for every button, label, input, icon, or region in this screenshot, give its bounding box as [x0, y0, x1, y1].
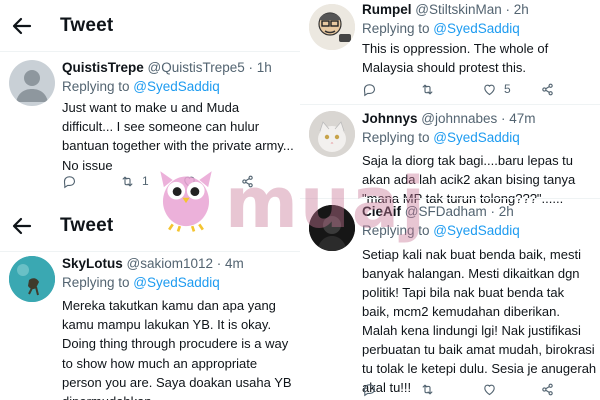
author-name[interactable]: Johnnys — [362, 111, 418, 126]
share-button[interactable] — [240, 172, 255, 190]
share-button[interactable] — [540, 80, 555, 98]
tweet-text: Mereka takutkan kamu dan apa yang kamu m… — [62, 298, 292, 400]
tweet-actions — [362, 380, 592, 398]
retweet-button[interactable] — [420, 80, 435, 98]
tweet-item[interactable]: Rumpel @StiltskinMan · 2h Replying to @S… — [300, 0, 600, 104]
reply-icon — [362, 382, 377, 397]
reply-icon — [62, 174, 77, 189]
share-icon — [540, 82, 555, 97]
retweet-icon — [420, 82, 435, 97]
header-title: Tweet — [60, 215, 114, 236]
tweet-item[interactable]: CieAif @SFDadham · 2h Replying to @SyedS… — [300, 199, 600, 400]
author-name[interactable]: SkyLotus — [62, 256, 123, 271]
back-arrow-icon[interactable] — [10, 14, 34, 38]
replying-to: Replying to @SyedSaddiq — [62, 275, 220, 290]
like-icon — [482, 82, 497, 97]
header-title: Tweet — [60, 15, 114, 36]
author-handle: @QuistisTrepe5 · 1h — [147, 60, 272, 75]
mention-link[interactable]: @SyedSaddiq — [133, 79, 220, 94]
author-handle: @SFDadham · 2h — [404, 204, 514, 219]
author-name[interactable]: Rumpel — [362, 2, 412, 17]
like-button[interactable]: 5 — [482, 80, 511, 98]
retweet-button[interactable]: 1 — [120, 172, 149, 190]
replies-panel: Rumpel @StiltskinMan · 2h Replying to @S… — [300, 0, 600, 400]
author-handle: @StiltskinMan · 2h — [415, 2, 529, 17]
reply-button[interactable] — [362, 80, 377, 98]
avatar[interactable] — [309, 4, 355, 50]
replying-to: Replying to @SyedSaddiq — [362, 130, 520, 145]
reply-button[interactable] — [362, 380, 377, 398]
tweet-item[interactable]: SkyLotus @sakiom1012 · 4m Replying to @S… — [0, 252, 300, 400]
author-handle: @johnnabes · 47m — [421, 111, 536, 126]
tweet-text: Setiap kali nak buat benda baik, mesti b… — [362, 247, 597, 395]
tweet-item[interactable]: QuistisTrepe @QuistisTrepe5 · 1h Replyin… — [0, 52, 300, 200]
replying-label: Replying to — [62, 79, 134, 94]
like-count: 5 — [504, 82, 511, 96]
reply-button[interactable] — [62, 172, 77, 190]
like-button[interactable] — [482, 380, 497, 398]
replying-label: Replying to — [62, 275, 134, 290]
retweet-button[interactable] — [420, 380, 435, 398]
mention-link[interactable]: @SyedSaddiq — [433, 21, 520, 36]
tweet-actions: 1 — [62, 172, 292, 190]
author-name[interactable]: CieAif — [362, 204, 401, 219]
tweet-panel-skylotus: Tweet SkyLotus @sakiom1012 · 4m Replying… — [0, 200, 300, 400]
retweet-icon — [120, 174, 135, 189]
share-icon — [540, 382, 555, 397]
replying-label: Replying to — [362, 21, 434, 36]
avatar[interactable] — [9, 256, 55, 302]
replying-label: Replying to — [362, 223, 434, 238]
reply-icon — [362, 82, 377, 97]
tweet-text: This is oppression. The whole of Malaysi… — [362, 41, 549, 76]
replying-to: Replying to @SyedSaddiq — [362, 21, 520, 36]
replying-to: Replying to @SyedSaddiq — [362, 223, 520, 238]
tweet-panel-quististrepe: Tweet QuistisTrepe @QuistisTrepe5 · 1h R… — [0, 0, 300, 200]
avatar[interactable] — [309, 205, 355, 251]
retweet-count: 1 — [142, 174, 149, 188]
back-arrow-icon[interactable] — [10, 214, 34, 238]
avatar[interactable] — [309, 111, 355, 157]
like-button[interactable] — [182, 172, 197, 190]
tweet-text: Just want to make u and Muda difficult..… — [62, 100, 294, 173]
replying-label: Replying to — [362, 130, 434, 145]
tweet-item[interactable]: Johnnys @johnnabes · 47m Replying to @Sy… — [300, 105, 600, 206]
retweet-icon — [420, 382, 435, 397]
author-name[interactable]: QuistisTrepe — [62, 60, 144, 75]
like-icon — [482, 382, 497, 397]
mention-link[interactable]: @SyedSaddiq — [433, 223, 520, 238]
mention-link[interactable]: @SyedSaddiq — [133, 275, 220, 290]
tweet-header: Tweet — [0, 200, 300, 252]
like-icon — [182, 174, 197, 189]
replying-to: Replying to @SyedSaddiq — [62, 79, 220, 94]
tweet-header: Tweet — [0, 0, 300, 52]
author-handle: @sakiom1012 · 4m — [126, 256, 244, 271]
share-button[interactable] — [540, 380, 555, 398]
mention-link[interactable]: @SyedSaddiq — [433, 130, 520, 145]
share-icon — [240, 174, 255, 189]
avatar[interactable] — [9, 60, 55, 106]
tweet-actions: 5 — [362, 80, 592, 98]
